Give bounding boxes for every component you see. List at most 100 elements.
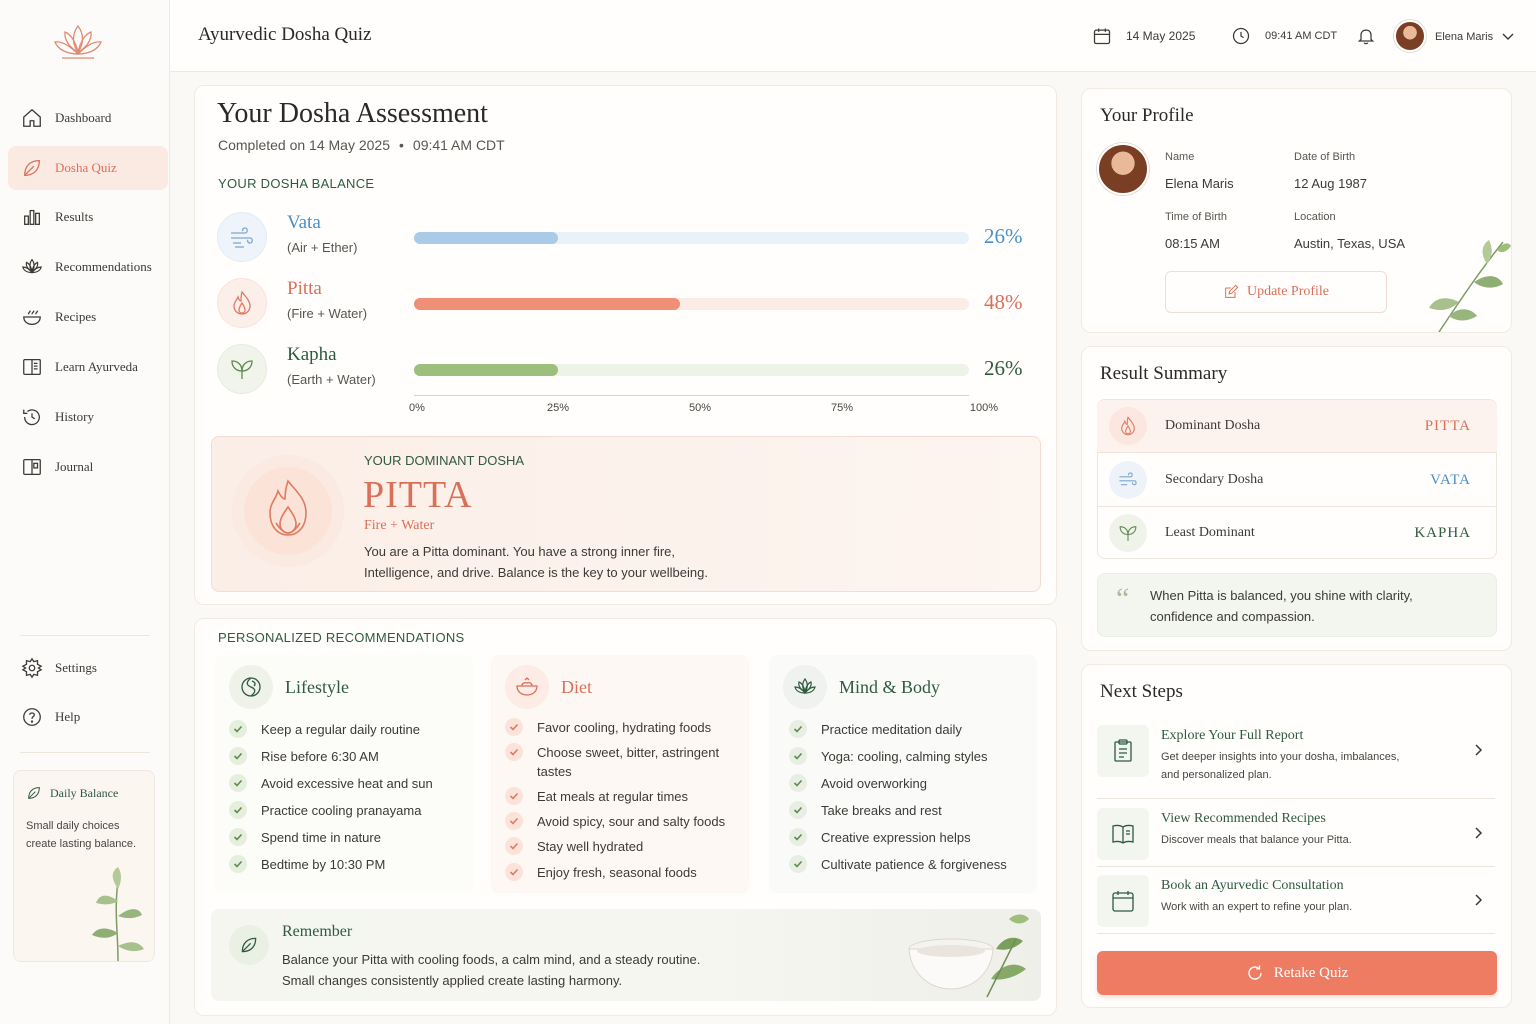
help-icon — [23, 708, 41, 726]
summary-row-label: Dominant Dosha — [1165, 418, 1261, 433]
sidebar-item-recipes[interactable]: Recipes — [8, 295, 168, 339]
daily-balance-card: Daily Balance Small daily choices create… — [13, 770, 155, 962]
gear-icon — [21, 657, 43, 679]
recommendation-item: Avoid excessive heat and sun — [229, 774, 433, 793]
edit-icon — [1225, 284, 1239, 298]
step-divider — [1097, 866, 1495, 867]
plant-illustration-icon — [1429, 240, 1511, 332]
x-axis-tick: 50% — [688, 402, 712, 414]
dob-label: Date of Birth — [1294, 151, 1356, 163]
step-full-report[interactable]: Explore Your Full Report Get deeper insi… — [1097, 725, 1495, 784]
check-icon — [789, 720, 807, 738]
sidebar-item-settings[interactable]: Settings — [8, 646, 168, 690]
recommendation-item: Spend time in nature — [229, 828, 381, 847]
recommendations-card: PERSONALIZED RECOMMENDATIONS Lifestyle D… — [194, 618, 1057, 1016]
header-date: 14 May 2025 — [1092, 26, 1195, 46]
summary-row-secondary: Secondary Dosha VATA — [1097, 454, 1497, 506]
sidebar-item-help[interactable]: Help — [8, 695, 168, 739]
leaf-icon — [28, 787, 40, 799]
check-icon — [789, 828, 807, 846]
dob-value: 12 Aug 1987 — [1294, 176, 1368, 191]
recommendation-text: Avoid excessive heat and sun — [261, 776, 433, 791]
recommendation-item: Choose sweet, bitter, astringent tastes — [505, 743, 737, 781]
calendar-icon — [1097, 875, 1149, 927]
bowl-icon — [505, 665, 549, 709]
bar-chart-icon — [24, 209, 40, 225]
profile-avatar — [1097, 143, 1149, 195]
diet-header: Diet — [505, 665, 592, 709]
check-icon — [505, 812, 523, 830]
flame-icon — [269, 479, 307, 536]
summary-row-least: Least Dominant KAPHA — [1097, 507, 1497, 559]
recommendation-text: Yoga: cooling, calming styles — [821, 749, 988, 764]
flame-icon — [217, 278, 267, 328]
chevron-down-icon[interactable] — [1502, 32, 1514, 42]
recommendation-text: Enjoy fresh, seasonal foods — [537, 865, 697, 880]
chevron-right-icon — [1475, 827, 1483, 839]
recommendation-item: Practice cooling pranayama — [229, 801, 421, 820]
dosha-row-vata: Vata (Air + Ether) 26% — [217, 210, 1027, 266]
plant-illustration-icon — [92, 867, 144, 961]
update-profile-button[interactable]: Update Profile — [1165, 271, 1387, 313]
recommendation-item: Cultivate patience & forgiveness — [789, 855, 1007, 874]
name-value: Elena Maris — [1165, 176, 1234, 191]
dosha-bar-fill — [414, 232, 559, 244]
step-consultation[interactable]: Book an Ayurvedic Consultation Work with… — [1097, 875, 1495, 927]
dosha-name: Pitta — [287, 278, 322, 299]
completed-date: Completed on 14 May 2025 • 09:41 AM CDT — [218, 137, 505, 153]
bowl-icon — [23, 310, 41, 325]
retake-quiz-button[interactable]: Retake Quiz — [1097, 951, 1497, 995]
dosha-elements: (Earth + Water) — [287, 372, 376, 387]
check-icon — [505, 837, 523, 855]
sidebar-item-results[interactable]: Results — [8, 195, 168, 239]
sidebar-item-history[interactable]: History — [8, 395, 168, 439]
sidebar-item-recommendations[interactable]: Recommendations — [8, 245, 168, 289]
check-icon — [505, 787, 523, 805]
result-summary-card: Result Summary Dominant Dosha PITTA Seco… — [1081, 346, 1512, 651]
dominant-dosha-description: You are a Pitta dominant. You have a str… — [364, 544, 708, 580]
step-recipes[interactable]: View Recommended Recipes Discover meals … — [1097, 808, 1495, 860]
sidebar-item-dosha-quiz[interactable]: Dosha Quiz — [8, 146, 168, 190]
recommendation-item: Creative expression helps — [789, 828, 971, 847]
dosha-bar-track — [414, 364, 969, 376]
book-icon — [1097, 808, 1149, 860]
lifestyle-header: Lifestyle — [229, 665, 349, 709]
dosha-name: Kapha — [287, 344, 337, 365]
dosha-percent: 26% — [984, 224, 1023, 248]
quote-text: When Pitta is balanced, you shine with c… — [1150, 588, 1413, 624]
check-icon — [229, 720, 247, 738]
profile-card: Your Profile Name Elena Maris Date of Bi… — [1081, 88, 1512, 333]
bell-icon[interactable] — [1356, 26, 1376, 46]
sidebar-item-learn-ayurveda[interactable]: Learn Ayurveda — [8, 345, 168, 389]
recommendation-text: Spend time in nature — [261, 830, 381, 845]
recommendation-item: Stay well hydrated — [505, 837, 737, 856]
dominant-dosha-panel: YOUR DOMINANT DOSHA PITTA Fire + Water Y… — [211, 436, 1041, 592]
sidebar-item-dashboard[interactable]: Dashboard — [8, 96, 168, 140]
recommendation-item: Take breaks and rest — [789, 801, 942, 820]
user-avatar[interactable] — [1394, 20, 1426, 52]
recommendation-item: Rise before 6:30 AM — [229, 747, 379, 766]
calendar-icon — [1093, 28, 1111, 45]
check-icon — [789, 801, 807, 819]
recommendation-text: Keep a regular daily routine — [261, 722, 420, 737]
recommendation-text: Take breaks and rest — [821, 803, 942, 818]
summary-row-dominant: Dominant Dosha PITTA — [1097, 400, 1497, 452]
recommendation-text: Avoid overworking — [821, 776, 927, 791]
dosha-balance-label: YOUR DOSHA BALANCE — [218, 176, 375, 191]
lotus-logo-icon[interactable] — [50, 20, 106, 64]
dosha-percent: 26% — [984, 356, 1023, 380]
dosha-row-kapha: Kapha (Earth + Water) 26% — [217, 342, 1027, 398]
sidebar-item-journal[interactable]: Journal — [8, 445, 168, 489]
sidebar-item-label: Learn Ayurveda — [55, 359, 138, 374]
app-title: Ayurvedic Dosha Quiz — [198, 24, 372, 45]
clock-icon — [1232, 27, 1250, 45]
recommendation-text: Choose sweet, bitter, astringent tastes — [537, 745, 720, 779]
check-icon — [789, 774, 807, 792]
recommendation-text: Practice cooling pranayama — [261, 803, 422, 818]
user-name[interactable]: Elena Maris — [1435, 31, 1493, 43]
quote-mark-icon: “ — [1116, 582, 1130, 615]
x-axis-line — [414, 395, 969, 396]
summary-row-value: PITTA — [1424, 417, 1471, 434]
step-divider — [1097, 798, 1495, 799]
sidebar-item-label: Help — [55, 709, 81, 724]
